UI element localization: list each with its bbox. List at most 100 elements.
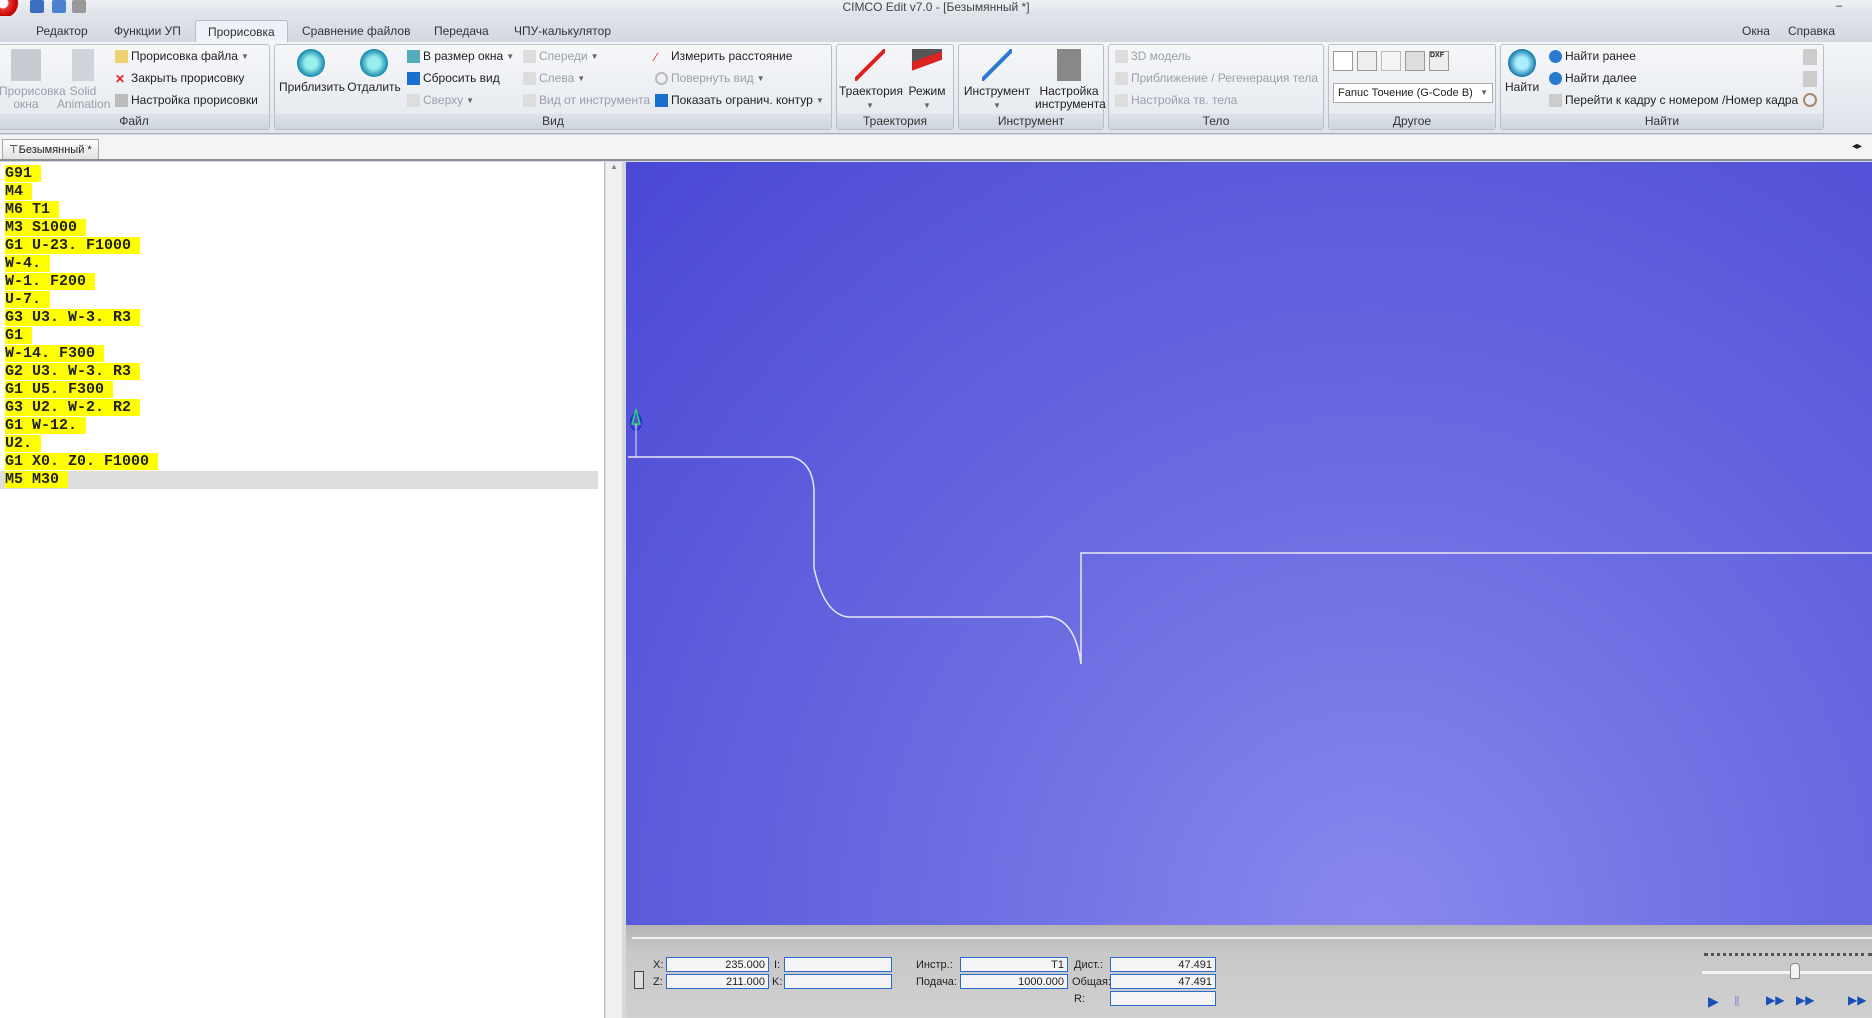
step-block-icon[interactable]: ▶▶ — [1766, 993, 1784, 1007]
top-view-button[interactable]: Сверху ▼ — [407, 93, 474, 107]
code-line[interactable]: W-1. F200 — [5, 273, 598, 291]
fit-window-button[interactable]: В размер окна ▼ — [407, 49, 514, 63]
k-label: K: — [772, 976, 783, 988]
speed-slider-thumb[interactable] — [1790, 963, 1800, 979]
tab-editor[interactable]: Редактор — [24, 20, 100, 42]
code-line[interactable]: W-4. — [5, 255, 598, 273]
scroll-up-icon[interactable]: ▲ — [606, 162, 622, 171]
tab-scroll-arrows[interactable]: ◂▸ — [1852, 141, 1862, 152]
tool-button[interactable]: Инструмент ▼ — [961, 49, 1033, 112]
code-line[interactable]: U2. — [5, 435, 598, 453]
group-trajectory: Траектория ▼ Режим ▼ Траектория — [836, 44, 954, 130]
tool-view-button[interactable]: Вид от инструмента — [523, 93, 650, 107]
speed-slider[interactable] — [1702, 971, 1872, 974]
reset-view-button[interactable]: Сбросить вид — [407, 71, 500, 85]
zoom-in-button[interactable]: Приблизить — [279, 49, 345, 94]
code-line[interactable]: G1 — [5, 327, 598, 345]
save-icon[interactable] — [30, 0, 44, 13]
backplot-viewport[interactable] — [626, 162, 1872, 925]
tab-file-compare[interactable]: Сравнение файлов — [290, 20, 422, 42]
stl-icon[interactable] — [1405, 51, 1425, 71]
code-line-text: W-14. F300 — [5, 345, 105, 362]
code-line[interactable]: M5 M30 — [0, 471, 598, 489]
stock-icon[interactable] — [1357, 51, 1377, 71]
i-field — [784, 957, 892, 972]
backplot-file-button[interactable]: Прорисовка файла ▼ — [115, 49, 249, 63]
code-line[interactable]: G1 U5. F300 — [5, 381, 598, 399]
tab-backplot[interactable]: Прорисовка — [195, 20, 288, 42]
left-view-button[interactable]: Слева ▼ — [523, 71, 585, 85]
z-label: Z: — [653, 976, 663, 988]
tool-setup-button[interactable]: Настройка инструмента — [1035, 49, 1106, 111]
progress-track[interactable] — [632, 937, 1872, 939]
machine-select[interactable]: Fanuc Точение (G-Code B) ▼ — [1333, 83, 1493, 103]
document-tab[interactable]: ⊤Безымянный * — [2, 139, 99, 159]
ruler-icon: ⁄ — [655, 49, 658, 64]
goto-block-button[interactable]: Перейти к кадру с номером /Номер кадра — [1549, 93, 1798, 107]
undo-icon[interactable] — [52, 0, 66, 13]
code-line[interactable]: G1 U-23. F1000 — [5, 237, 598, 255]
close-backplot-button[interactable]: ✕ Закрыть прорисовку — [115, 71, 244, 86]
code-line[interactable]: G1 X0. Z0. F1000 — [5, 453, 598, 471]
mode-button[interactable]: Режим ▼ — [903, 49, 951, 112]
editor-scrollbar[interactable]: ▲ — [605, 162, 622, 1018]
minimize-icon[interactable]: – — [1836, 0, 1842, 12]
code-line-text: G91 — [5, 165, 42, 182]
dxf-icon[interactable]: DXF — [1429, 51, 1449, 71]
bookmark-down-icon[interactable] — [1803, 49, 1817, 65]
show-contour-button[interactable]: Показать огранич. контур ▼ — [655, 93, 824, 107]
measure-distance-button[interactable]: ⁄ Измерить расстояние — [655, 49, 792, 64]
contour-view-icon[interactable] — [1381, 51, 1401, 71]
code-line[interactable]: G91 — [5, 165, 598, 183]
group-label: Найти — [1501, 114, 1823, 129]
total-field: 47.491 — [1110, 974, 1216, 989]
cube-top-icon — [407, 93, 420, 107]
group-tool: Инструмент ▼ Настройка инструмента Инстру… — [958, 44, 1106, 130]
find-button[interactable]: Найти — [1505, 49, 1539, 94]
code-line[interactable]: W-14. F300 — [5, 345, 598, 363]
code-line[interactable]: G1 W-12. — [5, 417, 598, 435]
group-label: Файл — [0, 114, 269, 129]
code-line[interactable]: M4 — [5, 183, 598, 201]
play-icon[interactable]: ▶ — [1708, 993, 1719, 1010]
find-previous-button[interactable]: Найти ранее — [1549, 49, 1636, 63]
code-line-text: G3 U2. W-2. R2 — [5, 399, 141, 416]
code-line[interactable]: U-7. — [5, 291, 598, 309]
tab-nc-functions[interactable]: Функции УП — [102, 20, 193, 42]
code-line-text: W-4. — [5, 255, 51, 272]
backplot-window-button[interactable]: Прорисовка окна — [0, 49, 66, 111]
rotate-view-button[interactable]: Повернуть вид ▼ — [655, 71, 765, 85]
print-icon[interactable] — [72, 0, 86, 13]
find-next-button[interactable]: Найти далее — [1549, 71, 1637, 85]
front-view-button[interactable]: Спереди ▼ — [523, 49, 599, 63]
code-line[interactable]: G3 U2. W-2. R2 — [5, 399, 598, 417]
code-line[interactable]: M6 T1 — [5, 201, 598, 219]
code-line[interactable]: G2 U3. W-3. R3 — [5, 363, 598, 381]
machine-select-value: Fanuc Точение (G-Code B) — [1338, 87, 1473, 99]
step-tool-icon[interactable]: ▶▶ — [1848, 993, 1866, 1007]
zoom-out-button[interactable]: Отдалить — [347, 49, 401, 94]
axis-icon[interactable] — [1333, 51, 1353, 71]
group-file: Прорисовка окна Solid Animation Прорисов… — [0, 44, 270, 130]
solid-animation-button[interactable]: Solid Animation — [57, 49, 110, 111]
tab-transfer[interactable]: Передача — [422, 20, 501, 42]
solid-setup-button[interactable]: Настройка тв. тела — [1115, 93, 1237, 107]
help-menu[interactable]: Справка — [1786, 20, 1837, 42]
windows-menu[interactable]: Окна — [1740, 20, 1772, 42]
zoom-regen-button[interactable]: Приближение / Регенерация тела — [1115, 71, 1318, 85]
3d-model-button[interactable]: 3D модель — [1115, 49, 1191, 63]
code-editor[interactable]: G91 M4 M6 T1 M3 S1000 G1 U-23. F1000 W-4. W-1.… — [0, 162, 605, 1018]
code-line[interactable]: M3 S1000 — [5, 219, 598, 237]
code-line-text: G1 W-12. — [5, 417, 87, 434]
trajectory-button[interactable]: Траектория ▼ — [839, 49, 903, 112]
tab-cnc-calculator[interactable]: ЧПУ-калькулятор — [502, 20, 623, 42]
backplot-setup-button[interactable]: Настройка прорисовки — [115, 93, 258, 107]
code-line[interactable]: G3 U3. W-3. R3 — [5, 309, 598, 327]
clock-icon[interactable] — [1803, 93, 1817, 107]
pause-icon[interactable]: ‖ — [1734, 993, 1740, 1009]
bookmark-up-icon[interactable] — [1803, 71, 1817, 87]
step-find-icon[interactable]: ▶▶ — [1796, 993, 1814, 1007]
total-label: Общая: — [1072, 976, 1112, 988]
tool-field: T1 — [960, 957, 1068, 972]
group-label: Инструмент — [959, 114, 1103, 129]
